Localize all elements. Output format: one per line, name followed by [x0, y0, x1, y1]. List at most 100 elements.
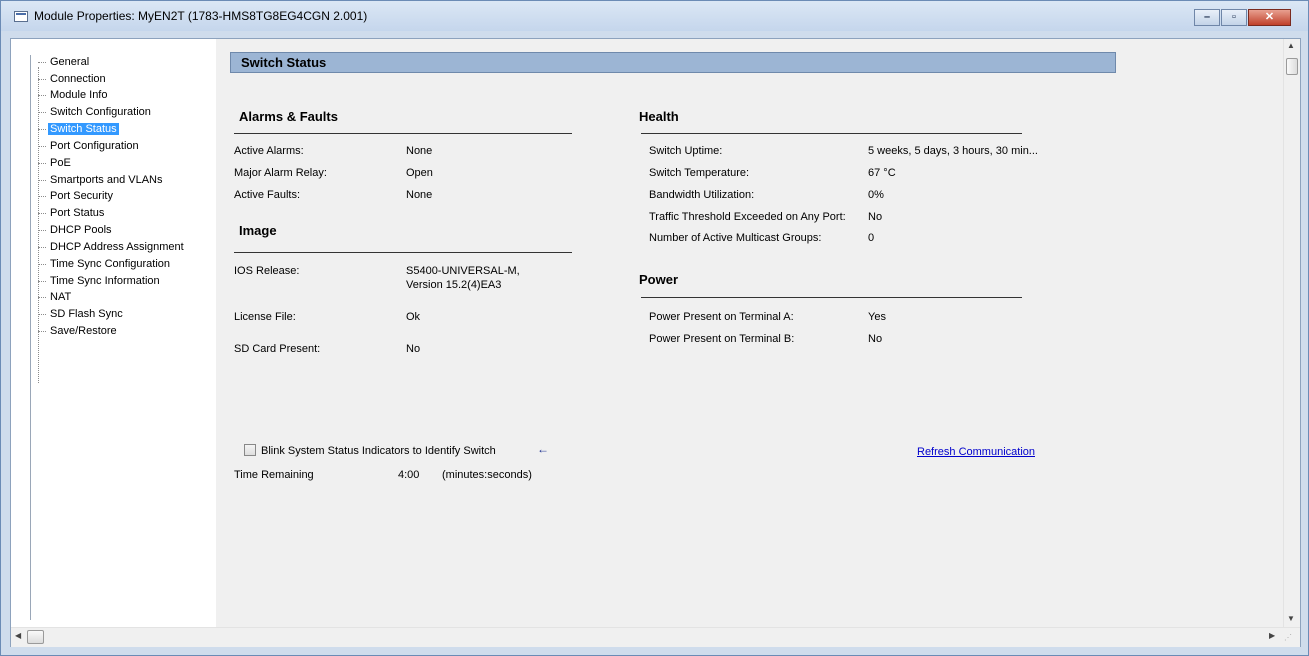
nav-item-label: Time Sync Information: [50, 275, 160, 287]
nav-item-label: Switch Status: [48, 123, 119, 135]
sd-card-label: SD Card Present:: [234, 343, 321, 355]
tree-connector: [38, 179, 46, 181]
maximize-button[interactable]: ▫: [1221, 9, 1247, 26]
nav-item-label: SD Flash Sync: [50, 308, 123, 320]
major-alarm-relay-label: Major Alarm Relay:: [234, 167, 327, 179]
scroll-up-icon[interactable]: ▲: [1287, 41, 1295, 50]
vertical-scroll-thumb[interactable]: [1286, 58, 1298, 75]
nav-item-save-restore[interactable]: Save/Restore: [38, 324, 119, 338]
resize-grip-icon[interactable]: ⋰: [1284, 633, 1296, 645]
nav-border: [30, 55, 31, 620]
active-alarms-value: None: [406, 145, 433, 157]
minimize-icon: –: [1203, 11, 1211, 23]
health-divider: [641, 133, 1022, 134]
license-file-value: Ok: [406, 311, 421, 323]
horizontal-scroll-thumb[interactable]: [27, 630, 44, 644]
tree-connector: [38, 212, 46, 214]
nav-item-label: Save/Restore: [50, 325, 117, 337]
power-terminal-a-label: Power Present on Terminal A:: [649, 311, 794, 323]
traffic-threshold-label: Traffic Threshold Exceeded on Any Port:: [649, 211, 846, 223]
nav-item-label: Switch Configuration: [50, 106, 151, 118]
power-heading: Power: [639, 272, 679, 287]
nav-item-module-info[interactable]: Module Info: [38, 88, 109, 102]
major-alarm-relay-value: Open: [406, 167, 433, 179]
minimize-button[interactable]: –: [1194, 9, 1220, 26]
nav-item-dhcp-address-assignment[interactable]: DHCP Address Assignment: [38, 240, 186, 254]
nav-item-label: PoE: [50, 157, 71, 169]
switch-uptime-value: 5 weeks, 5 days, 3 hours, 30 min...: [868, 145, 1038, 157]
page-banner: Switch Status: [230, 52, 1116, 73]
tree-connector: [38, 111, 46, 113]
nav-item-smartports-and-vlans[interactable]: Smartports and VLANs: [38, 173, 165, 187]
nav-item-nat[interactable]: NAT: [38, 290, 73, 304]
traffic-threshold-value: No: [868, 211, 883, 223]
vertical-scrollbar[interactable]: ▲ ▼: [1283, 39, 1300, 627]
nav-item-port-configuration[interactable]: Port Configuration: [38, 139, 141, 153]
nav-item-time-sync-information[interactable]: Time Sync Information: [38, 274, 162, 288]
nav-item-dhcp-pools[interactable]: DHCP Pools: [38, 223, 114, 237]
sd-card-value: No: [406, 343, 421, 355]
maximize-icon: ▫: [1232, 11, 1236, 23]
page-title: Switch Status: [241, 55, 327, 70]
bandwidth-utilization-value: 0%: [868, 189, 884, 201]
nav-item-switch-configuration[interactable]: Switch Configuration: [38, 105, 153, 119]
horizontal-scrollbar[interactable]: ◀ ▶ ⋰: [11, 627, 1300, 647]
tree-connector: [38, 162, 46, 164]
tree-connector: [38, 61, 46, 63]
close-button[interactable]: ✕: [1248, 9, 1291, 26]
blink-indicators-checkbox[interactable]: [244, 444, 256, 456]
power-terminal-a-value: Yes: [868, 311, 886, 323]
module-properties-window: Module Properties: MyEN2T (1783-HMS8TG8E…: [0, 0, 1309, 656]
title-bar[interactable]: Module Properties: MyEN2T (1783-HMS8TG8E…: [1, 1, 1308, 31]
scroll-right-icon[interactable]: ▶: [1269, 631, 1275, 640]
close-icon: ✕: [1264, 11, 1275, 23]
nav-item-general[interactable]: General: [38, 55, 91, 69]
nav-item-label: DHCP Pools: [50, 224, 112, 236]
nav-item-label: General: [50, 56, 90, 68]
nav-item-label: Port Security: [50, 190, 113, 202]
nav-item-label: Module Info: [50, 89, 108, 101]
switch-uptime-label: Switch Uptime:: [649, 145, 723, 157]
nav-item-switch-status[interactable]: Switch Status: [38, 122, 119, 136]
tree-connector: [38, 195, 46, 197]
nav-item-port-status[interactable]: Port Status: [38, 206, 106, 220]
ios-release-value-line2: Version 15.2(4)EA3: [406, 279, 502, 291]
ios-release-label: IOS Release:: [234, 265, 300, 277]
blink-indicators-label[interactable]: Blink System Status Indicators to Identi…: [261, 445, 496, 457]
tree-connector: [38, 246, 46, 248]
nav-item-port-security[interactable]: Port Security: [38, 189, 115, 203]
nav-item-label: Smartports and VLANs: [50, 174, 163, 186]
tree-connector: [38, 94, 46, 96]
tree-connector: [38, 128, 46, 130]
scroll-down-icon[interactable]: ▼: [1287, 614, 1295, 623]
nav-item-label: Port Status: [50, 207, 105, 219]
nav-item-poe[interactable]: PoE: [38, 156, 73, 170]
nav-item-label: Time Sync Configuration: [50, 258, 171, 270]
tree-connector: [38, 145, 46, 147]
active-alarms-label: Active Alarms:: [234, 145, 304, 157]
image-heading: Image: [239, 223, 277, 238]
window-title: Module Properties: MyEN2T (1783-HMS8TG8E…: [34, 9, 368, 23]
nav-item-label: Connection: [50, 73, 106, 85]
category-tree: General Connection Module Info Switch Confi…: [33, 55, 217, 620]
switch-temperature-label: Switch Temperature:: [649, 167, 750, 179]
time-remaining-value: 4:00: [398, 469, 420, 481]
tree-connector: [38, 313, 46, 315]
alarms-divider: [234, 133, 572, 134]
bandwidth-utilization-label: Bandwidth Utilization:: [649, 189, 755, 201]
dialog-client-area: General Connection Module Info Switch Confi…: [10, 38, 1301, 647]
multicast-groups-label: Number of Active Multicast Groups:: [649, 232, 822, 244]
refresh-communication-link[interactable]: Refresh Communication: [917, 446, 1035, 458]
scroll-left-icon[interactable]: ◀: [15, 631, 21, 640]
nav-item-time-sync-configuration[interactable]: Time Sync Configuration: [38, 257, 172, 271]
nav-item-sd-flash-sync[interactable]: SD Flash Sync: [38, 307, 125, 321]
active-faults-value: None: [406, 189, 433, 201]
tree-connector: [38, 78, 46, 80]
power-divider: [641, 297, 1022, 298]
nav-item-connection[interactable]: Connection: [38, 72, 108, 86]
power-terminal-b-value: No: [868, 333, 883, 345]
image-divider: [234, 252, 572, 253]
power-terminal-b-label: Power Present on Terminal B:: [649, 333, 795, 345]
nav-item-label: NAT: [50, 291, 72, 303]
alarms-heading: Alarms & Faults: [239, 109, 338, 124]
